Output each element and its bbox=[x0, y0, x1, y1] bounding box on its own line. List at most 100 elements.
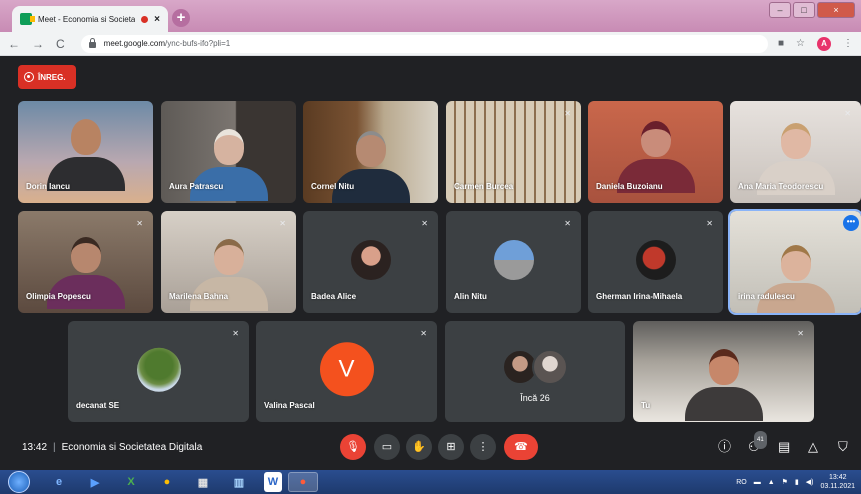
back-arrow-icon[interactable]: ← bbox=[8, 37, 20, 51]
more-options-button[interactable]: ••• bbox=[843, 215, 859, 231]
url-host: meet.google.com bbox=[103, 39, 166, 48]
language-indicator[interactable]: RO bbox=[736, 479, 747, 486]
tray-expand-icon[interactable]: ▲ bbox=[768, 479, 775, 486]
muted-mic-icon: ✕ bbox=[797, 329, 804, 338]
meeting-time: 13:42 bbox=[22, 441, 48, 453]
bookmark-star-icon[interactable]: ☆ bbox=[796, 38, 805, 49]
muted-mic-icon: ✕ bbox=[706, 219, 713, 228]
excel-icon[interactable]: X bbox=[116, 472, 146, 492]
recording-indicator-icon bbox=[141, 15, 149, 23]
windows-taskbar: e ▶ X ● ▦ ▥ W ● RO ▬ ▲ ⚑ ▮ ◀) 13:42 03.1… bbox=[0, 470, 861, 494]
participant-tile[interactable]: ✕ Gherman Irina-Mihaela bbox=[588, 211, 723, 313]
participant-tile[interactable]: ✕ Alin Nitu bbox=[446, 211, 581, 313]
chat-icon[interactable]: ▤ bbox=[778, 439, 790, 455]
maximize-button[interactable]: □ bbox=[793, 2, 815, 18]
more-participants-label: Încă 26 bbox=[520, 393, 550, 403]
internet-explorer-icon[interactable]: e bbox=[44, 472, 74, 492]
camera-button[interactable]: ▭ bbox=[374, 434, 400, 460]
raise-hand-button[interactable]: ✋ bbox=[406, 434, 432, 460]
browser-titlebar: Meet - Economia si Societate × + – □ × bbox=[0, 0, 861, 32]
participant-video bbox=[46, 119, 125, 191]
participant-tile[interactable]: Aura Patrascu bbox=[161, 101, 296, 203]
participant-tile[interactable]: ✕ Olimpia Popescu bbox=[18, 211, 153, 313]
meeting-details-icon[interactable]: ⓘ bbox=[718, 439, 731, 455]
participant-tile[interactable]: Cornel Nitu bbox=[303, 101, 438, 203]
close-tab-icon[interactable]: × bbox=[154, 14, 160, 25]
close-window-button[interactable]: × bbox=[817, 2, 855, 18]
browser-menu-icon[interactable]: ⋮ bbox=[843, 38, 853, 49]
chrome-icon[interactable]: ● bbox=[152, 472, 182, 492]
participant-tile[interactable]: Daniela Buzoianu bbox=[588, 101, 723, 203]
meeting-info: 13:42 | Economia si Societatea Digitala bbox=[22, 441, 203, 453]
participant-tile[interactable]: ✕ Badea Alice bbox=[303, 211, 438, 313]
participant-avatar bbox=[635, 240, 676, 280]
microphone-off-button[interactable]: 🎙 bbox=[340, 434, 366, 460]
action-center-flag-icon[interactable]: ⚑ bbox=[782, 478, 788, 486]
participant-avatar bbox=[136, 347, 181, 392]
participant-tile[interactable]: ✕ Marilena Bahna bbox=[161, 211, 296, 313]
participant-name: Ana Maria Teodorescu bbox=[738, 182, 824, 191]
participant-name: Cornel Nitu bbox=[311, 182, 355, 191]
present-screen-button[interactable]: ⊞ bbox=[438, 434, 464, 460]
clock-date: 03.11.2021 bbox=[820, 483, 855, 490]
participant-tile[interactable]: ✕ decanat SE bbox=[68, 321, 249, 422]
recording-label: ÎNREG. bbox=[38, 72, 66, 82]
chrome-active-window-icon[interactable]: ● bbox=[288, 472, 318, 492]
browser-tab-meet[interactable]: Meet - Economia si Societate × bbox=[12, 6, 168, 32]
tab-title: Meet - Economia si Societate bbox=[38, 14, 136, 24]
leave-call-button[interactable]: ☎ bbox=[504, 434, 538, 460]
new-tab-button[interactable]: + bbox=[172, 9, 190, 27]
url-path: /ync-bufs-ifo?pli=1 bbox=[165, 39, 231, 48]
network-icon[interactable]: ▮ bbox=[795, 478, 799, 486]
participant-tile-active[interactable]: ••• irina radulescu bbox=[728, 209, 861, 315]
participant-tile[interactable]: ✕ Carmen Burcea bbox=[446, 101, 581, 203]
recording-badge[interactable]: ÎNREG. bbox=[18, 65, 76, 89]
volume-icon[interactable]: ◀) bbox=[806, 478, 814, 486]
camera-in-use-icon[interactable]: ■ bbox=[778, 38, 784, 49]
participant-name: Alin Nitu bbox=[454, 292, 487, 301]
word-icon[interactable]: W bbox=[264, 472, 282, 492]
participant-name: Badea Alice bbox=[311, 292, 357, 301]
people-button[interactable]: 41 ⚇ bbox=[748, 431, 767, 455]
media-player-icon[interactable]: ▶ bbox=[80, 472, 110, 492]
participant-name: Valina Pascal bbox=[264, 401, 315, 410]
lock-icon bbox=[88, 38, 96, 48]
participant-name: Marilena Bahna bbox=[169, 292, 229, 301]
minimize-button[interactable]: – bbox=[769, 2, 791, 18]
participant-tile[interactable]: ✕ V Valina Pascal bbox=[256, 321, 437, 422]
recording-icon bbox=[24, 72, 34, 82]
address-bar-row: ← → C meet.google.com/ync-bufs-ifo?pli=1… bbox=[0, 32, 861, 56]
self-view-tile[interactable]: ✕ Tu bbox=[633, 321, 814, 422]
participant-name: irina radulescu bbox=[738, 292, 795, 301]
file-explorer-icon[interactable]: ▥ bbox=[224, 472, 254, 492]
profile-avatar[interactable]: A bbox=[817, 36, 831, 51]
participant-name: Dorin Iancu bbox=[26, 182, 71, 191]
more-participants-avatars bbox=[502, 349, 568, 385]
participant-name: Tu bbox=[641, 401, 651, 410]
forward-arrow-icon[interactable]: → bbox=[32, 37, 44, 51]
url-field[interactable]: meet.google.com/ync-bufs-ifo?pli=1 bbox=[80, 34, 768, 53]
host-controls-icon[interactable]: ⛉ bbox=[838, 439, 848, 455]
muted-mic-icon: ✕ bbox=[420, 329, 427, 338]
keyboard-icon[interactable]: ▬ bbox=[754, 479, 761, 486]
clock[interactable]: 13:42 03.11.2021 bbox=[820, 473, 855, 491]
participant-video bbox=[756, 245, 835, 313]
meet-favicon-icon bbox=[20, 13, 35, 25]
start-button[interactable] bbox=[8, 471, 30, 493]
participant-name: Olimpia Popescu bbox=[26, 292, 91, 301]
participant-name: Carmen Burcea bbox=[454, 182, 514, 191]
muted-mic-icon: ✕ bbox=[421, 219, 428, 228]
self-video bbox=[684, 349, 763, 421]
reload-icon[interactable]: C bbox=[56, 37, 65, 51]
window-controls: – □ × bbox=[769, 2, 855, 18]
language-bar-icon[interactable]: ▦ bbox=[188, 472, 218, 492]
participant-tile[interactable]: Dorin Iancu bbox=[18, 101, 153, 203]
more-options-icon[interactable]: ⋮ bbox=[470, 434, 496, 460]
activities-icon[interactable]: △ bbox=[808, 439, 818, 455]
participant-tile[interactable]: ✕ Ana Maria Teodorescu bbox=[730, 101, 861, 203]
participant-avatar bbox=[493, 240, 534, 280]
more-participants-tile[interactable]: Încă 26 bbox=[445, 321, 625, 422]
muted-mic-icon: ✕ bbox=[279, 219, 286, 228]
muted-mic-icon: ✕ bbox=[136, 219, 143, 228]
muted-mic-icon: ✕ bbox=[844, 109, 851, 118]
